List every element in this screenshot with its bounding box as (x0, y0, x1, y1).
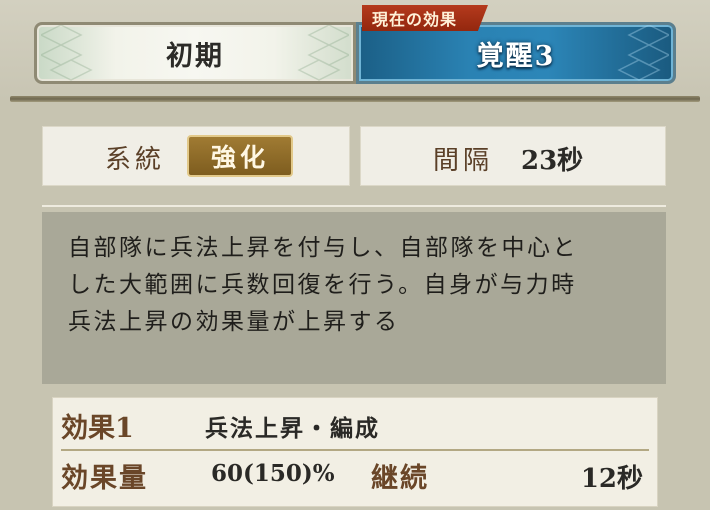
lattice-pattern-icon (41, 25, 93, 81)
tab-initial-label: 初期 (166, 40, 224, 72)
skill-description: 自部隊に兵法上昇を付与し、自部隊を中心と した大範囲に兵数回復を行う。自身が与力… (42, 212, 666, 384)
tab-awaken[interactable]: 覚醒3 (356, 22, 676, 84)
effect-amount-label: 効果量 (61, 463, 148, 494)
interval-label: 間隔 (433, 146, 494, 176)
current-effect-label: 現在の効果 (362, 5, 488, 31)
effect-duration-label: 継続 (371, 463, 429, 494)
effect-name-label: 効果1 (61, 413, 134, 444)
description-divider (42, 205, 666, 207)
interval-value: 23秒 (521, 146, 584, 176)
effect-duration-value: 12秒 (580, 464, 643, 494)
effect-divider (61, 449, 649, 451)
effect-amount-value: 60(150)% (211, 460, 335, 487)
description-line-3: 兵法上昇の効果量が上昇する (68, 309, 400, 335)
description-text: 自部隊に兵法上昇を付与し、自部隊を中心と した大範囲に兵数回復を行う。自身が与力… (68, 230, 658, 341)
effect-name-value: 兵法上昇・編成 (205, 415, 380, 442)
header-divider (10, 96, 700, 102)
interval-box: 間隔 23秒 (360, 126, 666, 186)
tab-initial[interactable]: 初期 (34, 22, 356, 84)
system-badge: 強化 (187, 135, 293, 177)
description-line-1: 自部隊に兵法上昇を付与し、自部隊を中心と (68, 235, 578, 261)
lattice-pattern-icon (617, 25, 669, 81)
effect-panel: 効果1 兵法上昇・編成 効果量 60(150)% 継続 12秒 (52, 397, 658, 507)
system-box: 系統 強化 (42, 126, 350, 186)
tab-awaken-label: 覚醒3 (476, 40, 556, 72)
description-line-2: した大範囲に兵数回復を行う。自身が与力時 (68, 272, 577, 298)
system-label: 系統 (105, 145, 166, 175)
lattice-pattern-icon (297, 25, 349, 81)
